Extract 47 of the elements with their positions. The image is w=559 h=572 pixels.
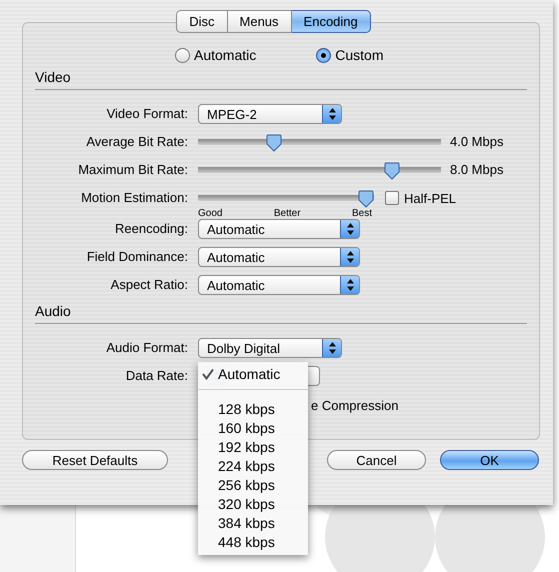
slider-value: 4.0 Mbps [450, 133, 504, 151]
menu-item[interactable]: 128 kbps [198, 399, 308, 418]
field-label: Field Dominance: [86, 248, 189, 266]
tick-label: Best [352, 208, 372, 219]
dialog-button[interactable]: OK [440, 450, 539, 470]
field-label: Video Format: [106, 105, 189, 123]
popup-menu[interactable]: MPEG-2 [198, 104, 342, 124]
slider-thumb[interactable] [266, 134, 282, 152]
tick-label: Better [274, 208, 301, 219]
tab[interactable]: Menus [228, 10, 292, 33]
dialog-button[interactable]: Cancel [327, 450, 426, 470]
radio-button[interactable] [316, 48, 332, 62]
radio-button[interactable] [175, 48, 190, 62]
menu-item[interactable]: 320 kbps [198, 494, 308, 513]
section-heading: Audio [35, 303, 72, 319]
radio-label: Automatic [194, 47, 256, 63]
menu-item[interactable]: 160 kbps [198, 418, 308, 437]
field-label: Reencoding: [114, 220, 189, 238]
checkbox[interactable] [385, 191, 399, 205]
slider-value: 8.0 Mbps [450, 161, 504, 179]
radio-label: Custom [335, 47, 384, 63]
slider-thumb[interactable] [384, 162, 400, 180]
slider-thumb[interactable] [358, 190, 374, 208]
field-label: Average Bit Rate: [85, 133, 189, 151]
menu-item[interactable]: 224 kbps [198, 456, 308, 475]
field-label: Motion Estimation: [80, 189, 189, 207]
menu-item[interactable]: 384 kbps [198, 513, 308, 532]
section-heading: Video [35, 69, 72, 85]
popup-menu[interactable]: Automatic [198, 275, 360, 295]
popup-menu[interactable]: Automatic [198, 247, 360, 267]
tab[interactable]: Disc [176, 10, 228, 33]
menu-item[interactable]: 256 kbps [198, 475, 308, 494]
menu-item[interactable]: 192 kbps [198, 437, 308, 456]
menu-item[interactable]: 448 kbps [198, 532, 308, 551]
dialog-button[interactable]: Reset Defaults [22, 450, 168, 470]
field-label: Data Rate: [124, 367, 189, 385]
tick-label: Good [198, 208, 222, 219]
field-label: Maximum Bit Rate: [77, 161, 189, 179]
menu-item[interactable]: Automatic [198, 364, 308, 383]
field-label: Audio Format: [105, 339, 189, 357]
popup-menu[interactable]: Dolby Digital [198, 338, 342, 358]
popup-menu[interactable]: Automatic [198, 219, 360, 239]
field-label: Aspect Ratio: [110, 276, 189, 294]
checkbox-label: e Compression [311, 397, 398, 415]
checkbox-label: Half-PEL [404, 190, 456, 206]
slider[interactable] [198, 190, 374, 208]
tab[interactable]: Encoding [292, 10, 371, 33]
